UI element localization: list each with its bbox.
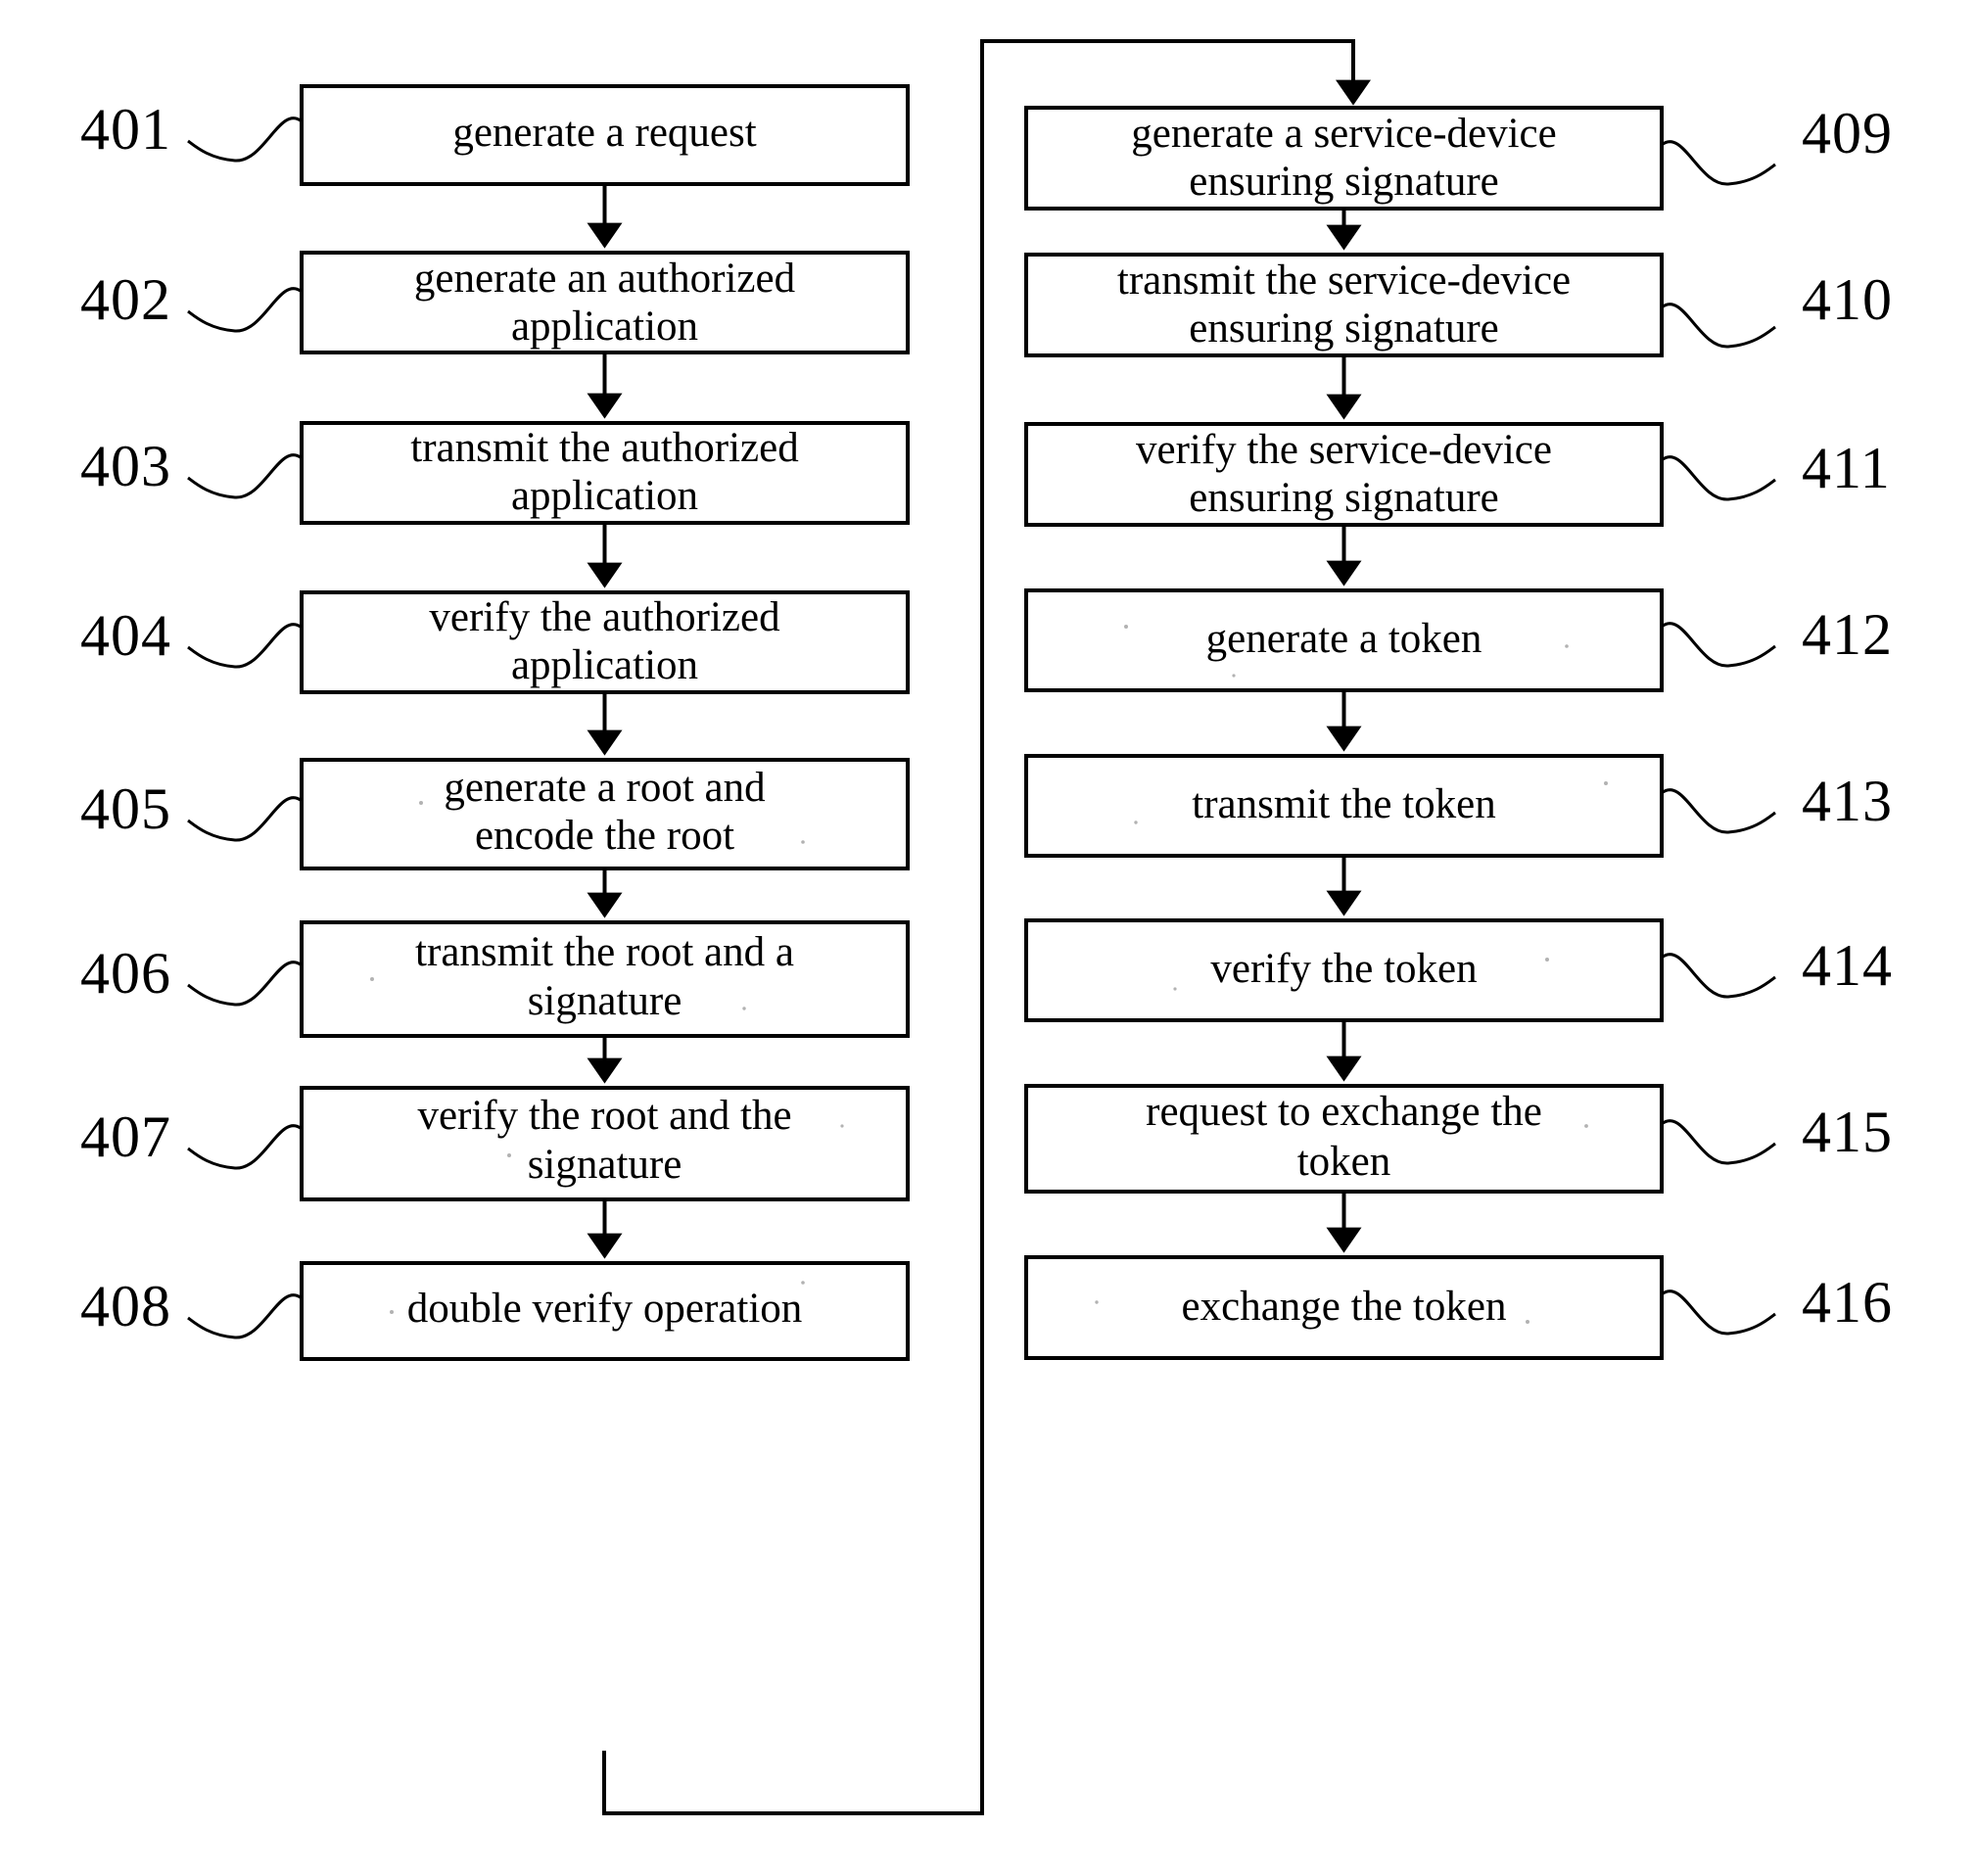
ref-number-413: 413 [1802,769,1893,833]
ref-number-408: 408 [80,1274,171,1338]
leader-line-412 [1661,622,1776,668]
step-label-405-line-0: generate a root and [444,765,765,811]
leader-line-401 [187,117,303,163]
flow-step-414[interactable]: verify the token [1024,918,1664,1022]
step-label-410-line-1: ensuring signature [1189,305,1498,352]
flow-step-410[interactable]: transmit the service-device ensuring sig… [1024,253,1664,357]
leader-line-402 [187,287,303,333]
flowchart-svg: generate a request 401 generate an autho… [80,39,1893,1815]
step-label-411-line-1: ensuring signature [1189,475,1498,521]
ref-number-416: 416 [1802,1270,1893,1335]
step-label-409-line-0: generate a service-device [1131,111,1556,157]
ref-number-412: 412 [1802,602,1893,667]
ref-number-414: 414 [1802,933,1893,998]
step-label-410-line-0: transmit the service-device [1117,258,1571,304]
flow-step-406[interactable]: transmit the root and a signature [300,920,910,1038]
leader-line-405 [187,796,303,842]
leader-line-413 [1661,788,1776,834]
step-label-416-line-0: exchange the token [1182,1284,1507,1330]
step-label-406-line-1: signature [528,978,682,1024]
flow-step-415[interactable]: request to exchange the token [1024,1084,1664,1194]
ref-number-409: 409 [1802,101,1893,165]
leader-line-415 [1661,1119,1776,1165]
step-label-403-line-1: application [511,473,698,519]
step-label-414-line-0: verify the token [1210,946,1477,992]
step-label-405-line-1: encode the root [475,813,734,859]
flow-step-416[interactable]: exchange the token [1024,1255,1664,1360]
step-label-402-line-1: application [511,304,698,350]
step-label-406-line-0: transmit the root and a [415,929,794,975]
flow-step-409[interactable]: generate a service-device ensuring signa… [1024,106,1664,211]
leader-line-406 [187,961,303,1007]
ref-number-401: 401 [80,97,171,162]
flow-step-405[interactable]: generate a root and encode the root [300,758,910,870]
step-label-404-line-1: application [511,642,698,688]
ref-number-402: 402 [80,267,171,332]
step-label-411-line-0: verify the service-device [1136,427,1552,473]
step-label-413-line-0: transmit the token [1192,781,1496,827]
patent-figure-page: generate a request 401 generate an autho… [0,0,1976,1876]
flow-step-412[interactable]: generate a token [1024,588,1664,692]
flow-step-413[interactable]: transmit the token [1024,754,1664,858]
step-label-401-line-0: generate a request [452,110,756,156]
flow-step-407[interactable]: verify the root and the signature [300,1086,910,1201]
leader-line-408 [187,1293,303,1339]
ref-number-411: 411 [1802,436,1891,500]
leader-line-414 [1661,953,1776,999]
ref-number-403: 403 [80,434,171,498]
step-label-404-line-0: verify the authorized [429,594,779,640]
step-label-407-line-0: verify the root and the [417,1093,791,1139]
flow-step-411[interactable]: verify the service-device ensuring signa… [1024,422,1664,527]
leader-line-403 [187,453,303,499]
step-label-409-line-1: ensuring signature [1189,159,1498,205]
flow-step-403[interactable]: transmit the authorized application [300,421,910,525]
ref-number-407: 407 [80,1104,171,1169]
step-label-403-line-0: transmit the authorized [410,425,798,471]
leader-line-410 [1661,303,1776,349]
leader-line-409 [1661,140,1776,186]
flow-step-402[interactable]: generate an authorized application [300,251,910,354]
ref-number-410: 410 [1802,267,1893,332]
step-label-407-line-1: signature [528,1142,682,1188]
ref-number-405: 405 [80,776,171,841]
step-label-415-line-1: token [1297,1139,1391,1185]
ref-number-404: 404 [80,603,171,668]
leader-line-411 [1661,455,1776,501]
leader-line-416 [1661,1290,1776,1336]
flow-step-404[interactable]: verify the authorized application [300,590,910,694]
leader-line-407 [187,1124,303,1170]
ref-number-415: 415 [1802,1100,1893,1164]
step-label-408-line-0: double verify operation [407,1286,803,1332]
ref-number-406: 406 [80,941,171,1006]
leader-line-404 [187,623,303,669]
step-label-402-line-0: generate an authorized [414,256,795,302]
flow-step-401[interactable]: generate a request [300,84,910,186]
step-label-415-line-0: request to exchange the [1146,1089,1542,1135]
step-label-412-line-0: generate a token [1206,616,1482,662]
